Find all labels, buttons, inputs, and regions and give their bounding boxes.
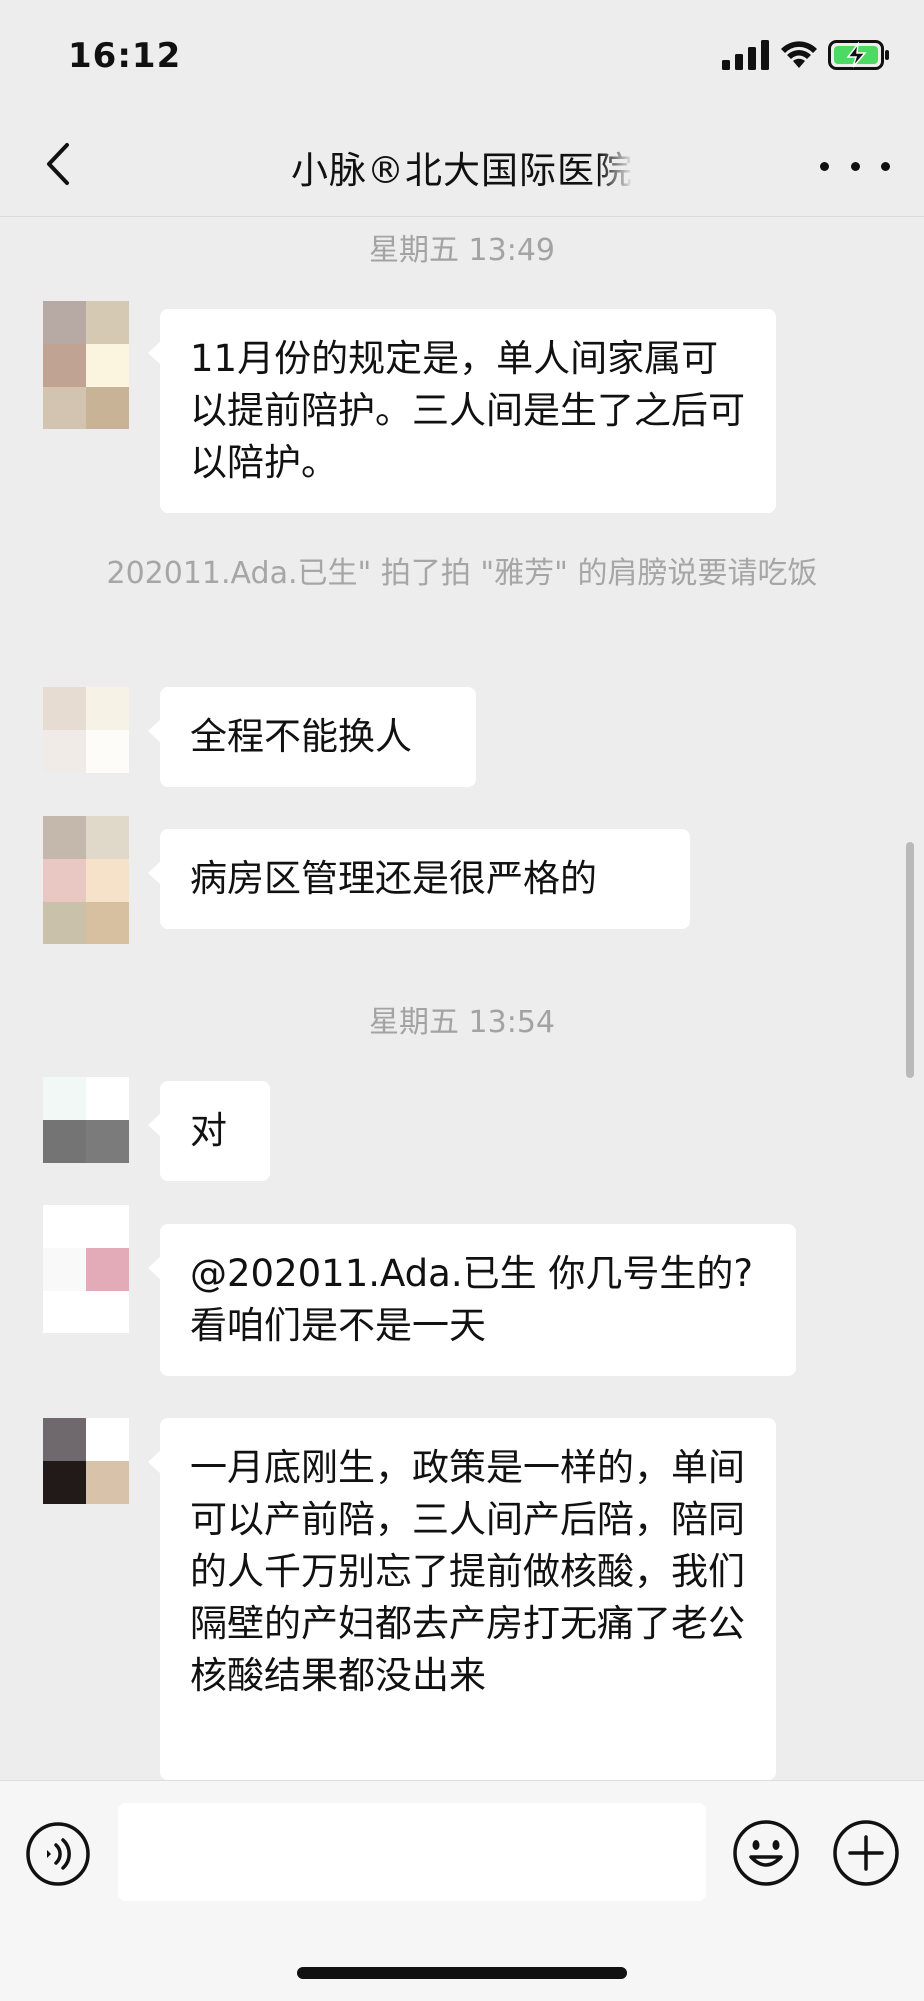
avatar-pixel: [43, 902, 86, 944]
avatar-pixel: [86, 1418, 129, 1461]
more-dots-icon: [820, 161, 829, 171]
avatar-pixel: [43, 1205, 86, 1248]
avatar-pixel: [43, 1077, 86, 1120]
avatar[interactable]: [43, 687, 129, 773]
chat-header: 小脉®北大国际医院: [0, 110, 924, 217]
avatar[interactable]: [43, 1205, 129, 1333]
avatar-pixel: [43, 730, 86, 773]
avatar[interactable]: [43, 1077, 129, 1163]
avatar-pixel: [86, 1205, 129, 1248]
avatar-pixel: [43, 1291, 86, 1333]
message-bubble[interactable]: 对: [148, 1081, 270, 1181]
message-bubble[interactable]: 全程不能换人: [148, 687, 476, 787]
battery-charging-icon: [828, 40, 889, 70]
input-bar: [0, 1780, 924, 2001]
avatar-pixel: [43, 301, 86, 344]
scrollbar[interactable]: [906, 842, 914, 1078]
system-message: 202011.Ada.已生" 拍了拍 "雅芳" 的肩膀说要请吃饭: [106, 556, 818, 591]
message-timestamp: 星期五 13:54: [369, 1005, 555, 1040]
avatar-pixel: [43, 387, 86, 429]
avatar-pixel: [86, 1077, 129, 1120]
status-time: 16:12: [68, 36, 182, 76]
avatar-pixel: [86, 387, 129, 429]
avatar[interactable]: [43, 816, 129, 944]
message-bubble[interactable]: 病房区管理还是很严格的: [148, 829, 690, 929]
chat-title: 小脉®北大国际医院: [291, 149, 633, 190]
message-bubble[interactable]: 11月份的规定是，单人间家属可以提前陪护。三人间是生了之后可以陪护。: [148, 309, 776, 513]
signal-icon: [722, 40, 769, 70]
avatar-pixel: [86, 902, 129, 944]
avatar-pixel: [43, 1461, 86, 1504]
status-bar: 16:12: [0, 0, 924, 110]
avatar-pixel: [86, 1248, 129, 1291]
avatar-pixel: [86, 1120, 129, 1163]
avatar-pixel: [43, 1248, 86, 1291]
avatar-pixel: [86, 687, 129, 730]
emoji-icon[interactable]: [732, 1819, 800, 1887]
message-bubble[interactable]: @202011.Ada.已生 你几号生的?看咱们是不是一天: [148, 1224, 796, 1376]
voice-icon[interactable]: [25, 1821, 91, 1887]
message-timestamp: 星期五 13:49: [369, 233, 555, 268]
avatar-pixel: [86, 816, 129, 859]
message-input[interactable]: [118, 1803, 706, 1901]
wifi-icon: [781, 41, 817, 68]
avatar-pixel: [43, 1120, 86, 1163]
avatar-pixel: [86, 344, 129, 387]
avatar-pixel: [43, 859, 86, 902]
avatar-pixel: [86, 1461, 129, 1504]
avatar[interactable]: [43, 1418, 129, 1504]
avatar-pixel: [86, 730, 129, 773]
avatar-pixel: [86, 1291, 129, 1333]
home-indicator: [297, 1967, 627, 1979]
avatar-pixel: [43, 687, 86, 730]
more-button[interactable]: [820, 146, 890, 186]
avatar[interactable]: [43, 301, 129, 429]
chevron-left-icon: [47, 143, 69, 185]
avatar-pixel: [86, 301, 129, 344]
back-button[interactable]: [30, 134, 86, 194]
plus-icon[interactable]: [832, 1819, 900, 1887]
message-list[interactable]: 星期五 13:49 11月份的规定是，单人间家属可以提前陪护。三人间是生了之后可…: [0, 217, 924, 1780]
message-bubble[interactable]: 一月底刚生，政策是一样的，单间可以产前陪，三人间产后陪，陪同的人千万别忘了提前做…: [148, 1418, 776, 1780]
avatar-pixel: [43, 816, 86, 859]
avatar-pixel: [43, 344, 86, 387]
avatar-pixel: [86, 859, 129, 902]
avatar-pixel: [43, 1418, 86, 1461]
